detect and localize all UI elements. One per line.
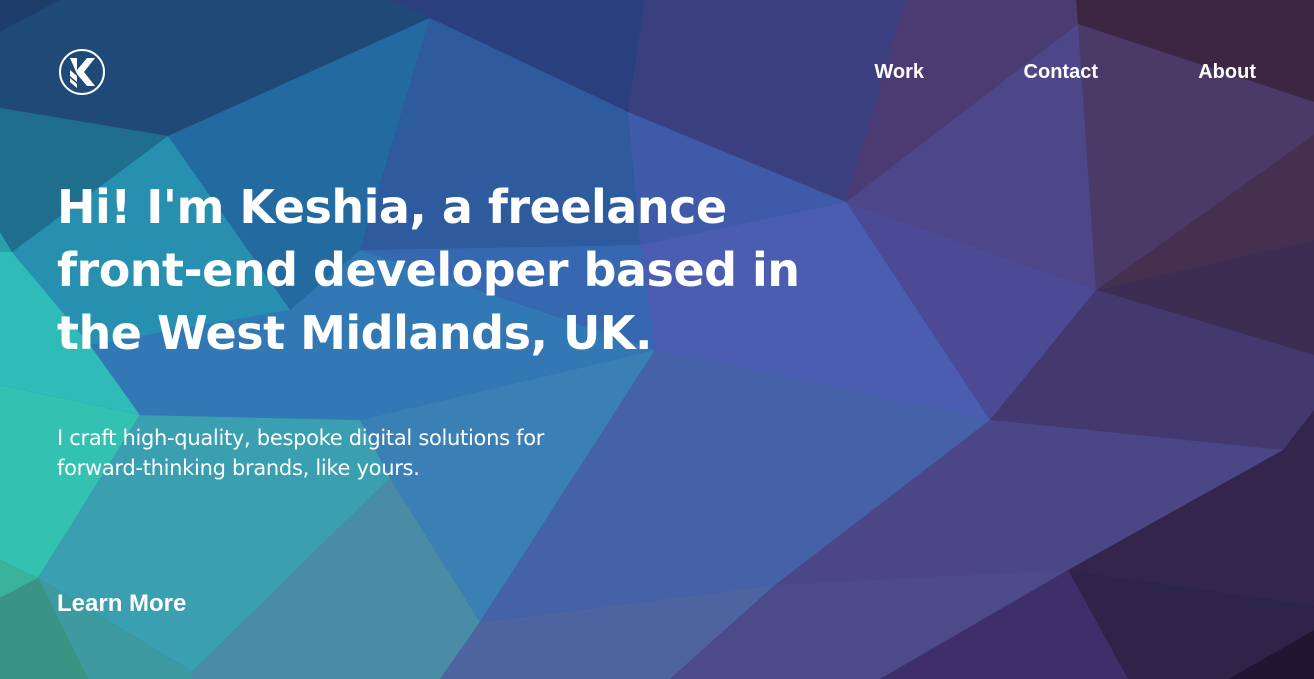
nav-item-work[interactable]: Work [874, 60, 924, 84]
hero-subtitle: I craft high-quality, bespoke digital so… [57, 426, 545, 480]
hero-title: Hi! I'm Keshia, a freelance front-end de… [57, 180, 800, 360]
nav-item-contact[interactable]: Contact [1024, 60, 1098, 84]
k-monogram-icon [59, 49, 105, 95]
nav-item-about[interactable]: About [1198, 60, 1256, 84]
learn-more-link[interactable]: Learn More [57, 590, 186, 618]
site-logo[interactable] [58, 48, 106, 96]
